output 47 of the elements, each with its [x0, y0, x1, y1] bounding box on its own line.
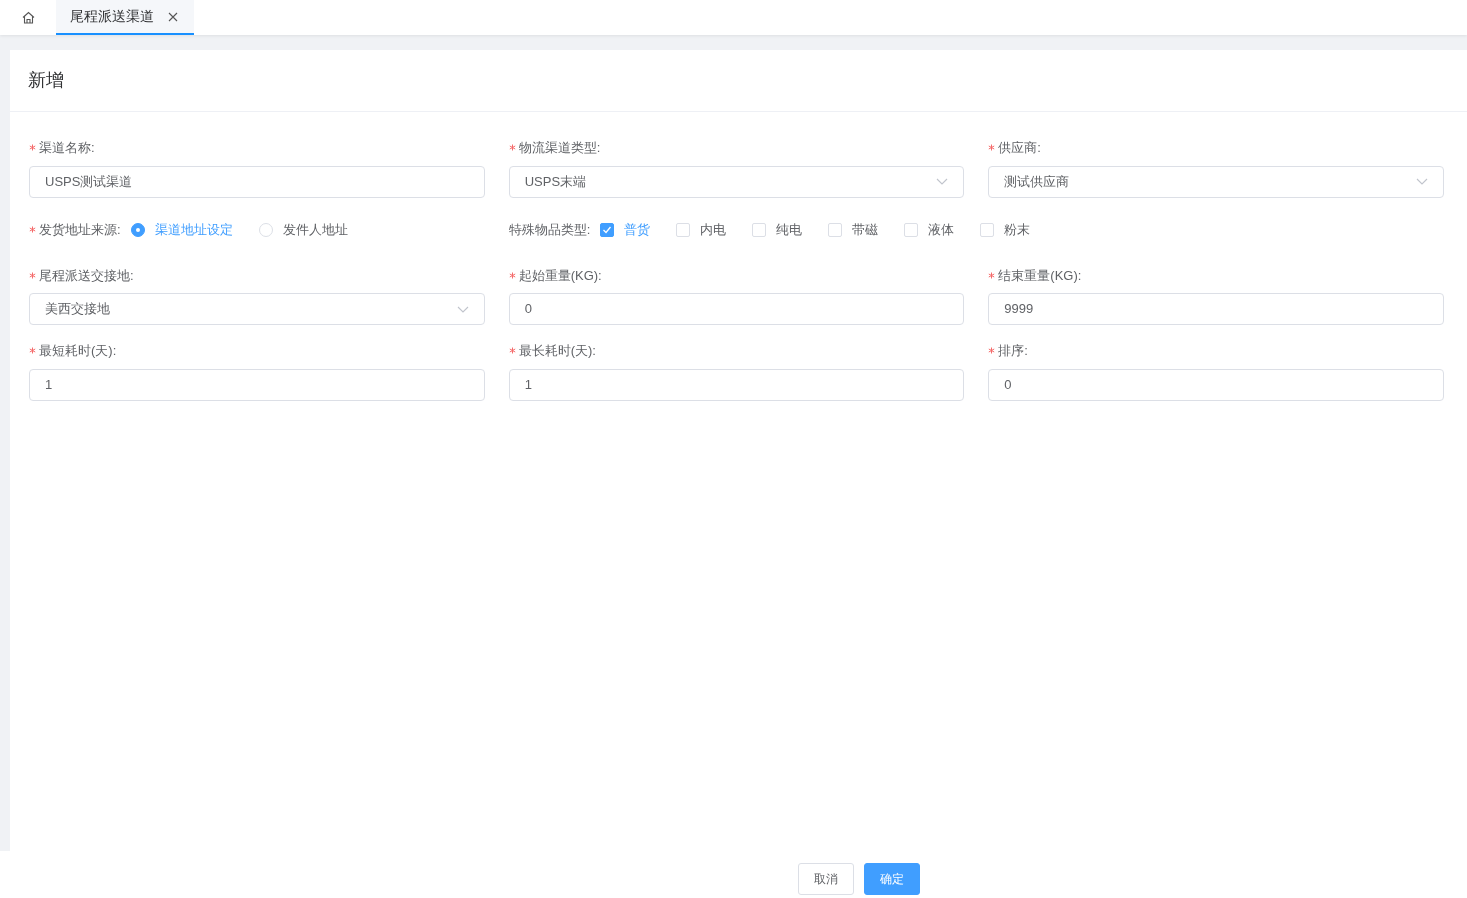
select-field[interactable]: USPS末端	[508, 165, 965, 198]
required-icon	[29, 226, 36, 233]
field-label: 起始重量(KG):	[518, 266, 602, 285]
input-field[interactable]: USPS测试渠道	[29, 165, 485, 198]
panel-title: 新增	[10, 50, 1467, 112]
input-field[interactable]: 0	[508, 293, 965, 325]
required-icon	[29, 347, 36, 355]
radio-option[interactable]: 发件人地址	[258, 219, 348, 240]
field-label: 特殊物品类型:	[508, 220, 591, 239]
checkbox-option[interactable]: 内电	[676, 219, 727, 240]
select-field[interactable]: 美西交接地	[29, 293, 485, 325]
check-icon	[602, 224, 613, 235]
required-icon	[29, 144, 36, 152]
chevron-down-icon	[456, 305, 469, 313]
field-label: 发货地址来源:	[39, 220, 121, 239]
page-tab[interactable]: 尾程派送渠道	[56, 0, 194, 35]
required-icon	[29, 271, 36, 279]
select-field[interactable]: 测试供应商	[988, 165, 1444, 198]
chevron-down-icon	[1416, 178, 1428, 185]
required-icon	[988, 271, 996, 279]
field-label: 渠道名称:	[39, 139, 95, 157]
cancel-button[interactable]: 取消	[797, 863, 854, 895]
checkbox-option[interactable]: 带磁	[828, 219, 879, 240]
chevron-down-icon	[936, 178, 949, 185]
input-field[interactable]: 1	[508, 368, 965, 401]
input-field[interactable]: 0	[988, 368, 1444, 401]
field-label: 排序:	[998, 342, 1028, 360]
required-icon	[508, 347, 516, 355]
checkbox-option[interactable]: 纯电	[752, 219, 803, 240]
field-label: 结束重量(KG):	[998, 266, 1082, 285]
checkbox-option[interactable]: 粉末	[980, 219, 1031, 240]
field-label: 供应商:	[998, 139, 1041, 157]
home-tab[interactable]	[0, 0, 56, 35]
field-label: 物流渠道类型:	[518, 139, 601, 157]
checkbox-option[interactable]: 液体	[904, 219, 955, 240]
field-label: 尾程派送交接地:	[39, 266, 134, 285]
required-icon	[508, 144, 516, 152]
checkbox[interactable]	[600, 222, 615, 237]
required-icon	[988, 144, 996, 152]
input-field[interactable]: 9999	[988, 293, 1444, 325]
required-icon	[508, 271, 516, 279]
required-icon	[988, 347, 996, 355]
radio-button[interactable]	[130, 222, 145, 237]
home-icon	[20, 10, 36, 25]
field-label: 最长耗时(天):	[518, 342, 596, 360]
field-label: 最短耗时(天):	[39, 342, 117, 360]
input-field[interactable]: 1	[29, 368, 485, 401]
